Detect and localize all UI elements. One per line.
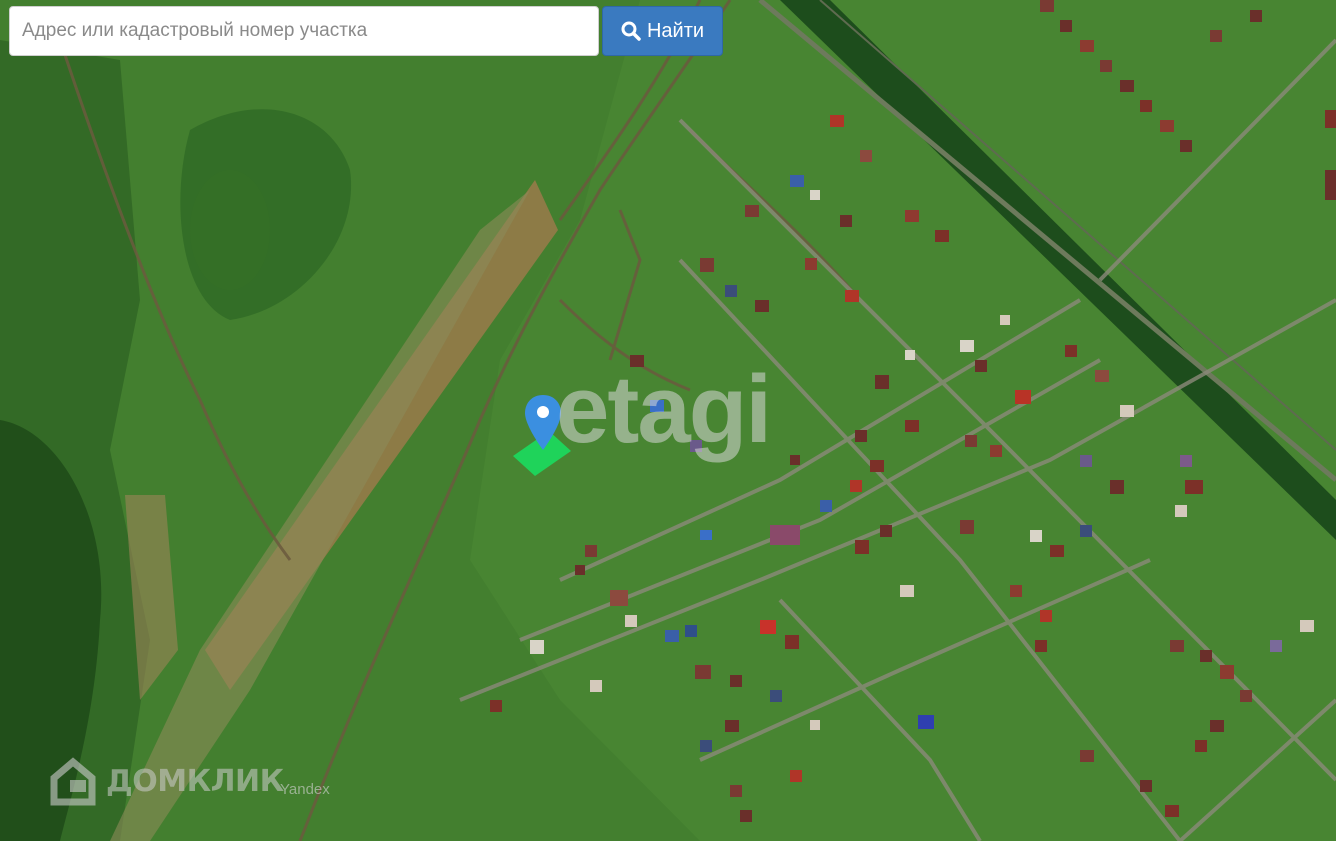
search-icon [621,21,641,41]
search-input[interactable] [10,7,598,55]
search-button[interactable]: Найти [602,6,723,56]
yandex-attribution[interactable]: Yandex [280,781,330,798]
house-icon [50,757,96,806]
search-box[interactable] [9,6,599,56]
domclick-logo: ДОМКЛИК [48,756,284,806]
logo-text: ДОМКЛИК [106,763,284,799]
search-button-label: Найти [646,19,705,42]
etagi-watermark: etagi [556,356,772,463]
